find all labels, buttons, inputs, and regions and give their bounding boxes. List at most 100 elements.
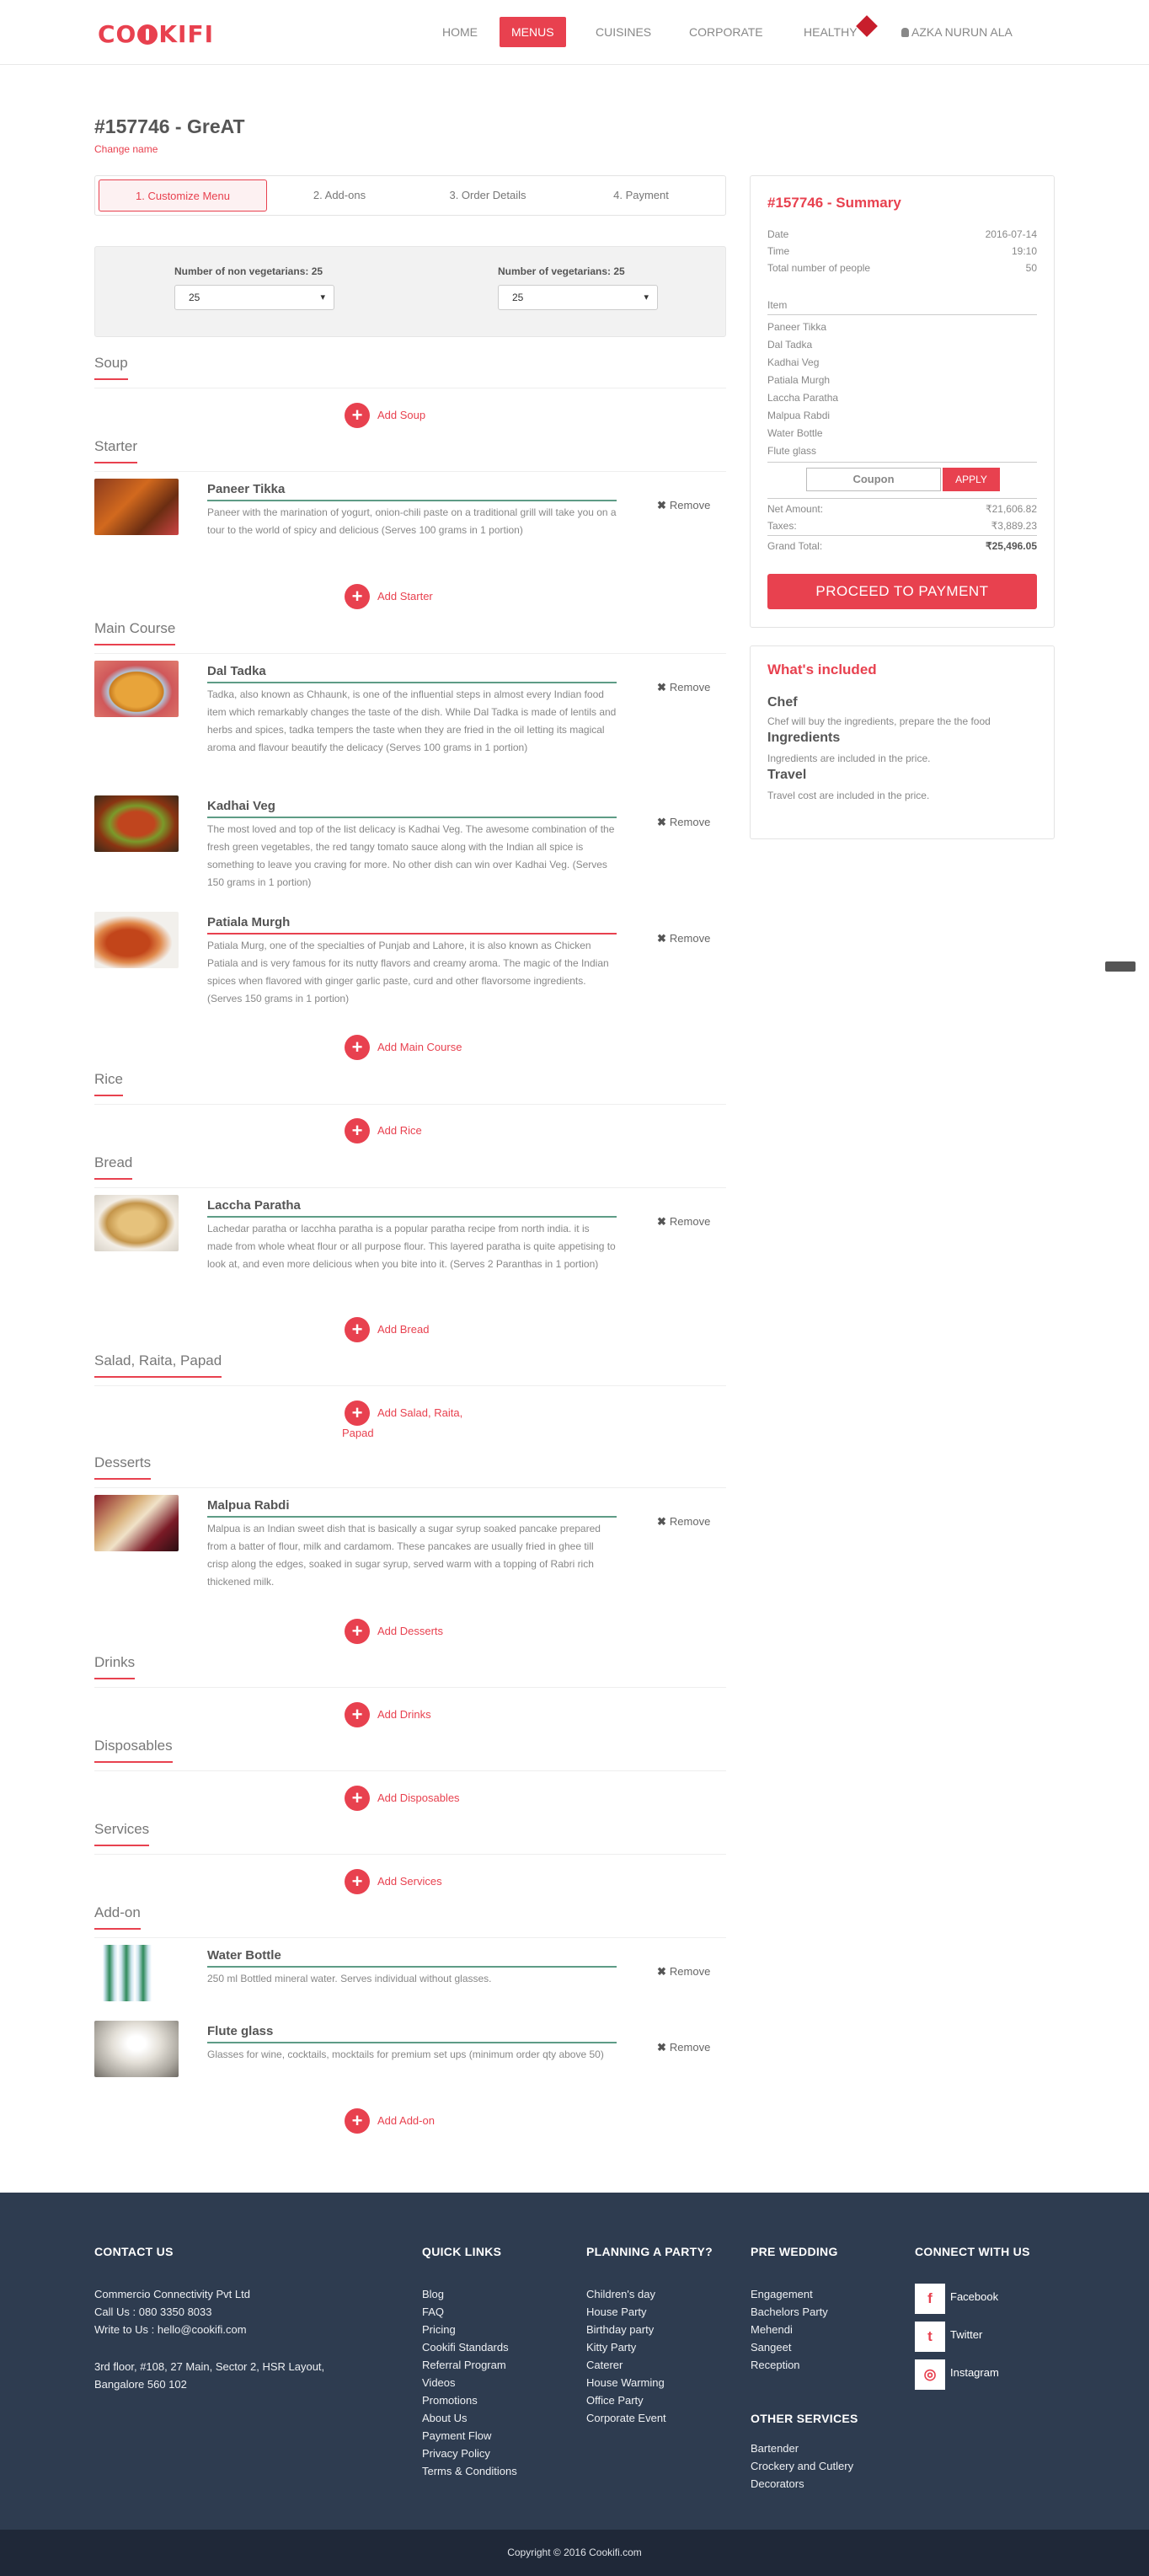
- footer-link[interactable]: Caterer: [586, 2356, 623, 2374]
- plus-icon: +: [345, 1317, 370, 1342]
- footer-link[interactable]: Kitty Party: [586, 2338, 636, 2356]
- add-salad-label-line2[interactable]: Papad: [342, 1426, 374, 1441]
- remove-button[interactable]: ✖ Remove: [657, 681, 710, 694]
- page: CO KIFI HOME MENUS CUISINES CORPORATE HEA…: [0, 0, 1149, 2576]
- add-label: Add Desserts: [377, 1625, 444, 1637]
- included-heading: Chef: [767, 695, 798, 710]
- footer-link[interactable]: Cookifi Standards: [422, 2338, 509, 2356]
- add-label: Add Add-on: [377, 2114, 435, 2127]
- included-heading: Travel: [767, 768, 807, 782]
- dal-tadka-image: [94, 661, 179, 717]
- summary-item: Dal Tadka: [767, 339, 813, 351]
- add-label: Add Drinks: [377, 1708, 431, 1721]
- add-label: Add Main Course: [377, 1041, 462, 1053]
- section-title: Desserts: [94, 1454, 152, 1480]
- nav-cuisines[interactable]: CUISINES: [584, 17, 663, 47]
- add-starter-button[interactable]: + Add Starter: [345, 584, 433, 609]
- non-veg-label: Number of non vegetarians: 25: [174, 265, 323, 277]
- add-soup-button[interactable]: + Add Soup: [345, 403, 425, 428]
- dish-desc: The most loved and top of the list delic…: [207, 823, 615, 888]
- section-title: Main Course: [94, 620, 176, 645]
- coupon-input[interactable]: Coupon: [806, 468, 941, 491]
- nav-corporate[interactable]: CORPORATE: [677, 17, 775, 47]
- footer-link[interactable]: Referral Program: [422, 2356, 506, 2374]
- plus-icon: +: [345, 1786, 370, 1811]
- footer-link[interactable]: Pricing: [422, 2321, 456, 2338]
- footer-link[interactable]: Promotions: [422, 2391, 478, 2409]
- nav-home[interactable]: HOME: [430, 17, 489, 47]
- dish-name: Dal Tadka: [207, 664, 617, 683]
- social-label: Facebook: [950, 2290, 999, 2303]
- remove-button[interactable]: ✖ Remove: [657, 1965, 710, 1979]
- divider: [767, 314, 1037, 315]
- summary-grand-total: Grand Total: ₹25,496.05: [767, 540, 1037, 552]
- add-salad-button[interactable]: + Add Salad, Raita,: [345, 1400, 462, 1426]
- footer-link[interactable]: Crockery and Cutlery: [751, 2457, 853, 2475]
- footer-link[interactable]: Mehendi: [751, 2321, 793, 2338]
- add-bread-button[interactable]: + Add Bread: [345, 1317, 429, 1342]
- step-order-details[interactable]: 3. Order Details: [403, 179, 572, 212]
- add-drinks-button[interactable]: + Add Drinks: [345, 1702, 431, 1727]
- add-rice-button[interactable]: + Add Rice: [345, 1118, 422, 1143]
- footer-link[interactable]: Payment Flow: [422, 2427, 491, 2445]
- remove-button[interactable]: ✖ Remove: [657, 1215, 710, 1229]
- plus-icon: +: [345, 1400, 370, 1426]
- footer-heading: QUICK LINKS: [422, 2245, 502, 2258]
- footer-link[interactable]: Bachelors Party: [751, 2303, 828, 2321]
- remove-button[interactable]: ✖ Remove: [657, 932, 710, 945]
- remove-button[interactable]: ✖ Remove: [657, 499, 710, 512]
- footer-link[interactable]: Children's day: [586, 2285, 655, 2303]
- remove-button[interactable]: ✖ Remove: [657, 816, 710, 829]
- footer-link[interactable]: Birthday party: [586, 2321, 654, 2338]
- apply-coupon-button[interactable]: APPLY: [943, 468, 1000, 491]
- footer-link[interactable]: Engagement: [751, 2285, 813, 2303]
- add-services-button[interactable]: + Add Services: [345, 1869, 442, 1894]
- footer-link[interactable]: Decorators: [751, 2475, 804, 2493]
- add-add-on-button[interactable]: + Add Add-on: [345, 2108, 435, 2134]
- feedback-tab[interactable]: [1105, 961, 1136, 972]
- facebook-icon: f: [915, 2284, 945, 2314]
- footer-link[interactable]: Blog: [422, 2285, 444, 2303]
- section-disposables: Disposables: [94, 1738, 726, 1771]
- proceed-to-payment-button[interactable]: PROCEED TO PAYMENT: [767, 574, 1037, 609]
- plus-icon: +: [345, 1619, 370, 1644]
- dish-name: Paneer Tikka: [207, 482, 617, 501]
- footer-link[interactable]: Office Party: [586, 2391, 644, 2409]
- dish-name: Flute glass: [207, 2024, 617, 2043]
- divider: [767, 535, 1037, 536]
- footer-link[interactable]: Privacy Policy: [422, 2445, 490, 2462]
- footer-link[interactable]: Corporate Event: [586, 2409, 666, 2427]
- step-add-ons[interactable]: 2. Add-ons: [255, 179, 424, 212]
- footer-phone[interactable]: Call Us : 080 3350 8033: [94, 2303, 211, 2321]
- add-main-course-button[interactable]: + Add Main Course: [345, 1035, 462, 1060]
- twitter-icon: t: [915, 2322, 945, 2352]
- step-payment[interactable]: 4. Payment: [557, 179, 725, 212]
- footer-email[interactable]: Write to Us : hello@cookifi.com: [94, 2321, 247, 2338]
- nav-menus[interactable]: MENUS: [500, 17, 566, 47]
- change-name-link[interactable]: Change name: [94, 143, 158, 155]
- nav-healthy[interactable]: HEALTHY: [792, 17, 869, 47]
- footer-link[interactable]: Reception: [751, 2356, 800, 2374]
- footer-link[interactable]: Videos: [422, 2374, 456, 2391]
- plus-icon: +: [345, 584, 370, 609]
- footer-link[interactable]: Terms & Conditions: [422, 2462, 517, 2480]
- add-desserts-button[interactable]: + Add Desserts: [345, 1619, 443, 1644]
- footer-link[interactable]: House Warming: [586, 2374, 665, 2391]
- veg-select[interactable]: 25: [498, 285, 658, 310]
- step-customize-menu[interactable]: 1. Customize Menu: [99, 179, 267, 212]
- user-menu[interactable]: AZKA NURUN ALA: [890, 17, 1024, 47]
- footer-link[interactable]: FAQ: [422, 2303, 444, 2321]
- footer-heading: PLANNING A PARTY?: [586, 2245, 713, 2258]
- dish-name: Patiala Murgh: [207, 915, 617, 935]
- remove-button[interactable]: ✖ Remove: [657, 1515, 710, 1529]
- footer-link[interactable]: House Party: [586, 2303, 647, 2321]
- footer-link[interactable]: Bartender: [751, 2439, 799, 2457]
- summary-people: Total number of people 50: [767, 262, 1037, 274]
- remove-button[interactable]: ✖ Remove: [657, 2041, 710, 2054]
- summary-net-amount: Net Amount: ₹21,606.82: [767, 503, 1037, 515]
- non-veg-select[interactable]: 25: [174, 285, 334, 310]
- footer-link[interactable]: About Us: [422, 2409, 467, 2427]
- add-disposables-button[interactable]: + Add Disposables: [345, 1786, 460, 1811]
- footer-heading: OTHER SERVICES: [751, 2412, 858, 2425]
- footer-link[interactable]: Sangeet: [751, 2338, 791, 2356]
